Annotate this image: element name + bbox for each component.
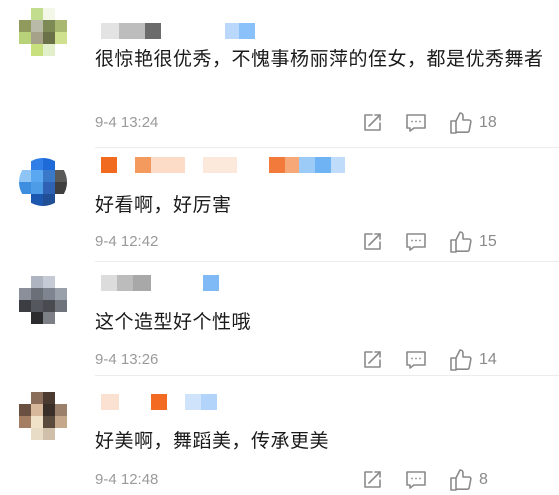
comment-item: 好美啊，舞蹈美，传承更美 9-4 12:48 8 <box>0 376 559 495</box>
share-icon <box>364 114 381 131</box>
avatar[interactable] <box>19 276 67 324</box>
like-count: 18 <box>479 114 497 131</box>
like-button[interactable]: 14 <box>449 348 497 372</box>
like-button[interactable]: 8 <box>449 468 488 492</box>
comment-time: 9-4 13:24 <box>95 114 159 131</box>
comment-icon <box>406 114 426 132</box>
like-count: 8 <box>479 471 488 488</box>
comment-actions: 8 <box>359 468 559 492</box>
comment-icon <box>406 233 426 251</box>
reply-button[interactable] <box>405 230 427 254</box>
comment-time: 9-4 13:26 <box>95 351 159 368</box>
share-button[interactable] <box>361 111 383 135</box>
comment-item: 好看啊，好厉害 9-4 12:42 15 <box>0 148 559 262</box>
reply-button[interactable] <box>405 111 427 135</box>
avatar[interactable] <box>19 392 67 440</box>
share-button[interactable] <box>361 230 383 254</box>
share-button[interactable] <box>361 468 383 492</box>
share-icon <box>364 351 381 368</box>
reply-button[interactable] <box>405 468 427 492</box>
comment-time: 9-4 12:42 <box>95 233 159 250</box>
comment-text: 好看啊，好厉害 <box>95 194 232 216</box>
avatar[interactable] <box>19 158 67 206</box>
comment-item: 很惊艳很优秀，不愧事杨丽萍的侄女，都是优秀舞者 9-4 13:24 18 <box>0 0 559 148</box>
thumbs-up-icon <box>450 112 472 134</box>
like-button[interactable]: 15 <box>449 230 497 254</box>
comment-icon <box>406 471 426 489</box>
thumbs-up-icon <box>450 231 472 253</box>
comment-actions: 14 <box>359 348 559 372</box>
like-count: 14 <box>479 351 497 368</box>
username-mosaic[interactable] <box>101 156 345 174</box>
avatar[interactable] <box>19 8 67 56</box>
comment-text: 好美啊，舞蹈美，传承更美 <box>95 430 330 452</box>
username-mosaic[interactable] <box>101 274 219 292</box>
username-mosaic[interactable] <box>101 393 217 411</box>
reply-button[interactable] <box>405 348 427 372</box>
thumbs-up-icon <box>450 469 472 491</box>
comment-text: 很惊艳很优秀，不愧事杨丽萍的侄女，都是优秀舞者 <box>95 48 544 70</box>
comment-text: 这个造型好个性哦 <box>95 311 252 333</box>
share-icon <box>364 233 381 250</box>
like-button[interactable]: 18 <box>449 111 497 135</box>
like-count: 15 <box>479 233 497 250</box>
comment-item: 这个造型好个性哦 9-4 13:26 14 <box>0 262 559 376</box>
comment-time: 9-4 12:48 <box>95 471 159 488</box>
thumbs-up-icon <box>450 349 472 371</box>
share-icon <box>364 471 381 488</box>
comment-actions: 18 <box>359 111 559 135</box>
comment-icon <box>406 351 426 369</box>
username-mosaic[interactable] <box>101 22 255 40</box>
comment-actions: 15 <box>359 230 559 254</box>
share-button[interactable] <box>361 348 383 372</box>
